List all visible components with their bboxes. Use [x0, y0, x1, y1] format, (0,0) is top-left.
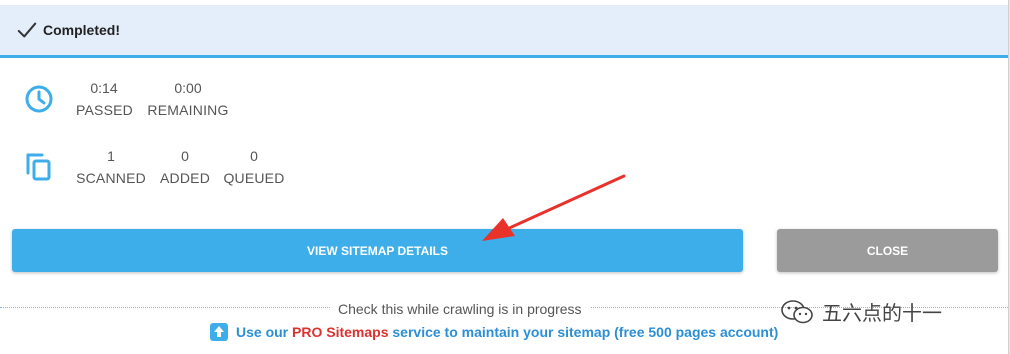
queued-label: QUEUED: [223, 170, 285, 186]
promo-prefix: Use our: [236, 324, 293, 340]
crawl-progress-link[interactable]: Check this while crawling is in progress: [330, 300, 590, 318]
close-button[interactable]: CLOSE: [777, 229, 998, 272]
clock-icon: [25, 85, 53, 113]
promo-suffix: service to maintain your sitemap (free 5…: [388, 324, 779, 340]
time-stats: 0:14 PASSED 0:00 REMAINING: [0, 77, 600, 127]
watermark-text: 五六点的十一: [822, 303, 942, 325]
wechat-icon: [781, 299, 813, 323]
scanned-label: SCANNED: [76, 170, 146, 186]
queued-value: 0: [250, 148, 258, 164]
pro-sitemaps-promo[interactable]: Use our PRO Sitemaps service to maintain…: [209, 322, 778, 342]
copy-pages-icon: [26, 153, 51, 181]
view-sitemap-details-button[interactable]: VIEW SITEMAP DETAILS: [12, 229, 743, 272]
completion-dialog: Completed! 0:14 PASSED 0:00 REMAINING 1 …: [0, 0, 1009, 354]
passed-value: 0:14: [90, 80, 118, 96]
queued-stat: 0 QUEUED: [223, 145, 285, 189]
pro-sitemaps-link[interactable]: PRO Sitemaps: [292, 324, 388, 340]
watermark: 五六点的十一: [780, 297, 942, 326]
checkmark-icon: [17, 22, 37, 38]
upload-box-icon: [210, 323, 228, 341]
scanned-stat: 1 SCANNED: [76, 145, 146, 189]
page-stats: 1 SCANNED 0 ADDED 0 QUEUED: [0, 145, 600, 195]
passed-stat: 0:14 PASSED: [76, 77, 133, 121]
added-label: ADDED: [160, 170, 211, 186]
dialog-title: Completed!: [43, 22, 120, 38]
passed-label: PASSED: [76, 102, 133, 118]
added-stat: 0 ADDED: [160, 145, 210, 189]
dialog-header: Completed!: [0, 5, 1008, 58]
added-value: 0: [181, 148, 189, 164]
remaining-label: REMAINING: [147, 102, 229, 118]
remaining-value: 0:00: [174, 80, 202, 96]
remaining-stat: 0:00 REMAINING: [146, 77, 230, 121]
scanned-value: 1: [107, 148, 115, 164]
